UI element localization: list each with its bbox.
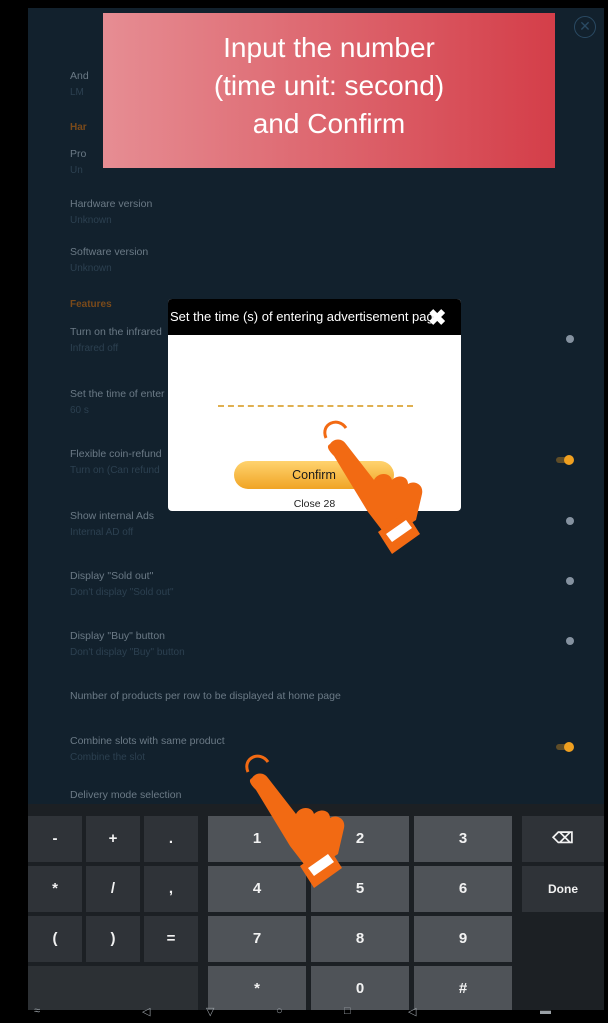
setting-android[interactable]: And LM [70, 70, 89, 98]
setting-title: Flexible coin-refund [70, 448, 162, 460]
key-lparen[interactable]: ( [28, 916, 82, 962]
key-plus[interactable]: + [86, 816, 140, 862]
key-asterisk[interactable]: * [28, 866, 82, 912]
key-8[interactable]: 8 [311, 916, 409, 962]
pointing-hand-icon [323, 420, 423, 554]
setting-subtitle: Unknown [70, 215, 112, 226]
key-hash[interactable]: # [414, 966, 512, 1012]
key-spacer [28, 966, 198, 1012]
setting-sold-out[interactable]: Display "Sold out" Don't display "Sold o… [70, 570, 174, 598]
tooltip-line: and Confirm [252, 108, 406, 139]
setting-delivery-mode[interactable]: Delivery mode selection [70, 789, 181, 801]
sold-out-toggle[interactable] [566, 577, 574, 585]
setting-title: And [70, 70, 89, 82]
setting-title: Software version [70, 246, 149, 258]
pointing-hand-icon [245, 754, 345, 888]
setting-title: Turn on the infrared [70, 326, 162, 338]
device-frame: And LM Har Pro Un Hardware version Unkno… [0, 0, 608, 1023]
setting-title: Number of products per row to be display… [70, 690, 341, 702]
setting-subtitle: Unknown [70, 263, 112, 274]
setting-subtitle: Don't display "Buy" button [70, 647, 185, 658]
tooltip-line: (time unit: second) [213, 70, 445, 101]
key-rparen[interactable]: ) [86, 916, 140, 962]
section-features: Features [70, 299, 112, 310]
home-icon[interactable]: ○ [276, 1005, 283, 1017]
setting-subtitle: Don't display "Sold out" [70, 587, 174, 598]
setting-hardware-version[interactable]: Hardware version Unknown [70, 198, 152, 226]
infrared-toggle[interactable] [566, 335, 574, 343]
setting-title: Delivery mode selection [70, 789, 182, 801]
setting-subtitle: Turn on (Can refund [70, 465, 160, 476]
dialog-title: Set the time (s) of entering advertiseme… [168, 299, 461, 335]
done-button[interactable]: Done [522, 866, 604, 912]
internal-ads-toggle[interactable] [566, 517, 574, 525]
key-dot[interactable]: . [144, 816, 198, 862]
keyboard-hide-icon[interactable]: ≈ [34, 1005, 40, 1017]
section-hardware: Har [70, 122, 87, 133]
setting-coin-refund[interactable]: Flexible coin-refund Turn on (Can refund [70, 448, 162, 476]
setting-subtitle: LM [70, 87, 84, 98]
setting-infrared[interactable]: Turn on the infrared Infrared off [70, 326, 162, 354]
key-star[interactable]: * [208, 966, 306, 1012]
setting-products-per-row[interactable]: Number of products per row to be display… [70, 690, 341, 702]
volume-down-icon[interactable]: ◁ [142, 1005, 150, 1018]
setting-combine-slots[interactable]: Combine slots with same product Combine … [70, 735, 225, 763]
key-9[interactable]: 9 [414, 916, 512, 962]
navigation-bar [28, 1010, 604, 1018]
volume-up-icon[interactable]: ◁ [408, 1005, 416, 1018]
backspace-icon: ⌫ [552, 830, 574, 847]
setting-subtitle: Internal AD off [70, 527, 134, 538]
setting-buy-button[interactable]: Display "Buy" button Don't display "Buy"… [70, 630, 185, 658]
key-equals[interactable]: = [144, 916, 198, 962]
setting-title: Combine slots with same product [70, 735, 225, 747]
dialog-close-icon[interactable]: ✖ [428, 305, 446, 331]
buy-button-toggle[interactable] [566, 637, 574, 645]
key-slash[interactable]: / [86, 866, 140, 912]
setting-internal-ads[interactable]: Show internal Ads Internal AD off [70, 510, 154, 538]
setting-title: Set the time of enter [70, 388, 165, 400]
key-7[interactable]: 7 [208, 916, 306, 962]
tooltip-line: Input the number [223, 32, 435, 63]
key-3[interactable]: 3 [414, 816, 512, 862]
app-screen: And LM Har Pro Un Hardware version Unkno… [28, 8, 604, 1018]
setting-title: Display "Buy" button [70, 630, 166, 642]
setting-software-version[interactable]: Software version Unknown [70, 246, 148, 274]
combine-slots-toggle[interactable] [556, 742, 574, 752]
key-6[interactable]: 6 [414, 866, 512, 912]
key-comma[interactable]: , [144, 866, 198, 912]
screenshot-icon[interactable]: ▬ [540, 1005, 551, 1017]
setting-ad-time[interactable]: Set the time of enter 60 s [70, 388, 165, 416]
setting-title: Display "Sold out" [70, 570, 154, 582]
setting-product[interactable]: Pro Un [70, 148, 86, 176]
key-minus[interactable]: - [28, 816, 82, 862]
coin-refund-toggle[interactable] [556, 455, 574, 465]
instruction-tooltip: Input the number (time unit: second) and… [103, 13, 555, 168]
setting-subtitle: Combine the slot [70, 752, 146, 763]
key-backspace[interactable]: ⌫ [522, 816, 604, 862]
setting-subtitle: Infrared off [70, 343, 119, 354]
setting-subtitle: 60 s [70, 405, 89, 416]
setting-subtitle: Un [70, 165, 83, 176]
key-0[interactable]: 0 [311, 966, 409, 1012]
setting-title: Hardware version [70, 198, 153, 210]
setting-title: Pro [70, 148, 87, 160]
setting-title: Show internal Ads [70, 510, 155, 522]
close-circle-icon[interactable]: ✕ [574, 16, 596, 38]
time-input[interactable] [218, 405, 413, 407]
back-icon[interactable]: ▽ [206, 1005, 214, 1018]
recents-icon[interactable]: □ [344, 1005, 351, 1017]
